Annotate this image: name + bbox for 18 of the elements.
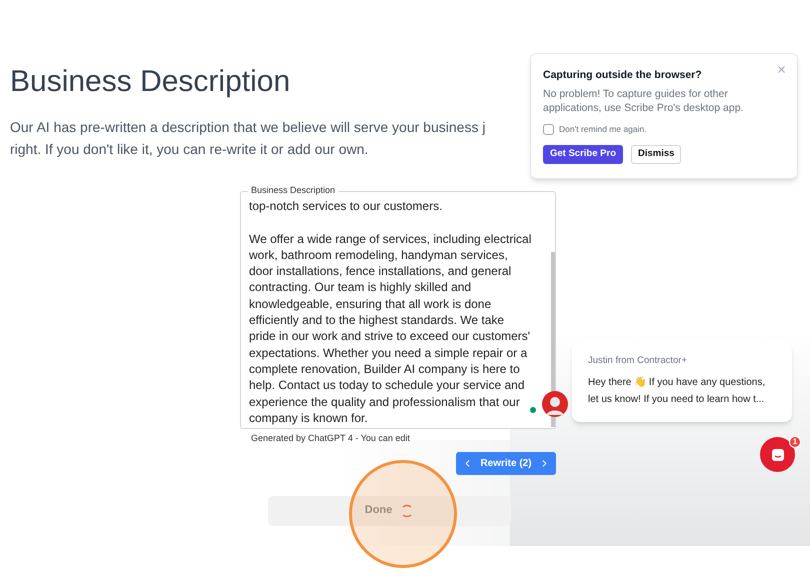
chat-sender: Justin from Contractor+ <box>588 354 687 368</box>
chat-bubble[interactable]: Justin from Contractor+ Hey there 👋 If you have any questions, let us know! If you need to learn how t... <box>572 342 792 422</box>
get-pro-button[interactable]: Get Scribe Pro <box>543 144 623 164</box>
generated-caption: Generated by ChatGPT 4 - You can edit <box>251 432 410 445</box>
intro-text: Our AI has pre-written a description that we believe will serve your business j <box>10 118 486 137</box>
close-icon[interactable] <box>776 64 787 75</box>
page-title: Business Description <box>10 64 290 100</box>
remind-checkbox[interactable] <box>543 124 554 135</box>
avatar-icon <box>542 391 568 417</box>
intro-text: right. If you don't like it, you can re-write it or add our own. <box>10 140 368 159</box>
chat-message: Hey there 👋 If you have any questions, let us know! If you need to learn how t... <box>588 376 766 408</box>
rewrite-button[interactable]: Rewrite (2) <box>456 452 556 475</box>
chat-icon <box>770 448 784 462</box>
checkbox-label: Don't remind me again. <box>559 122 647 136</box>
dismiss-button[interactable]: Dismiss <box>631 144 682 164</box>
popup-message: No problem! To capture guides for other applications, use Scribe Pro's desktop app. <box>543 86 744 115</box>
field-label: Business Description <box>248 184 338 196</box>
popup-title: Capturing outside the browser? <box>543 68 702 83</box>
